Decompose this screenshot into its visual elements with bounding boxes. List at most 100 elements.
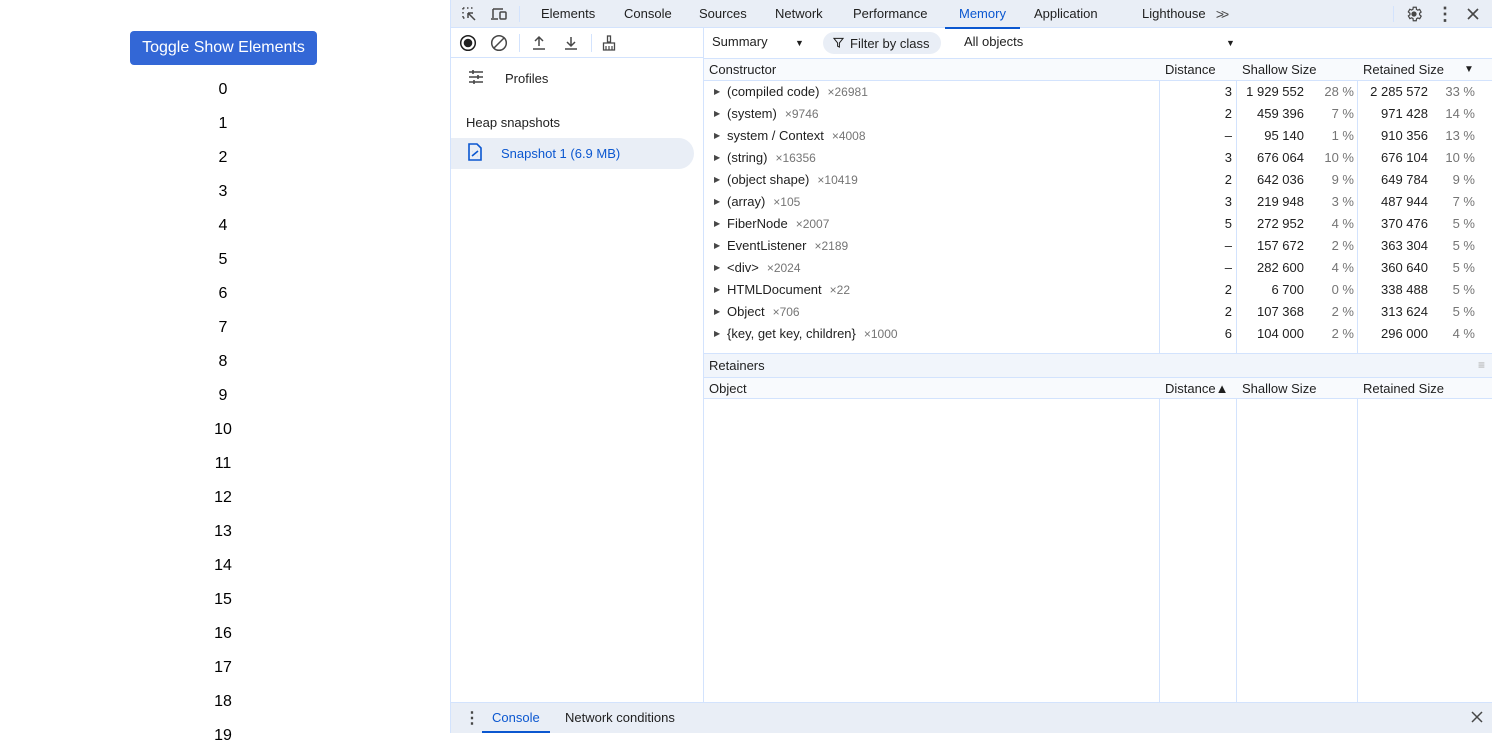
header-constructor[interactable]: Constructor xyxy=(704,59,776,81)
constructor-row[interactable]: ▶ <div> ×2024 – 282 600 4 % 360 640 5 % xyxy=(704,257,1492,279)
close-drawer-icon[interactable] xyxy=(1471,711,1483,726)
tab-lighthouse[interactable]: Lighthouse xyxy=(1140,0,1208,28)
constructor-name: Object ×706 xyxy=(727,301,800,323)
collect-garbage-icon[interactable] xyxy=(599,33,619,53)
tab-network[interactable]: Network xyxy=(773,0,825,28)
clear-icon[interactable] xyxy=(489,33,509,53)
shallow-size-value: 104 000 xyxy=(1257,326,1304,341)
drawer-menu-icon[interactable]: ⋮ xyxy=(464,708,480,728)
retained-size-percent: 9 % xyxy=(1452,172,1475,187)
upload-icon[interactable] xyxy=(529,33,549,53)
inspect-element-icon[interactable] xyxy=(459,4,479,24)
constructor-row[interactable]: ▶ (object shape) ×10419 2 642 036 9 % 649 784 9… xyxy=(704,169,1492,191)
shallow-size-percent: 0 % xyxy=(1331,282,1354,297)
retained-size-value: 296 000 xyxy=(1381,326,1428,341)
header-distance[interactable]: Distance▲ xyxy=(1160,378,1228,400)
constructor-label: Object xyxy=(727,304,765,319)
constructor-row[interactable]: ▶ system / Context ×4008 – 95 140 1 % 910 356 1… xyxy=(704,125,1492,147)
expand-triangle-icon[interactable]: ▶ xyxy=(714,257,720,279)
heap-snapshots-heading: Heap snapshots xyxy=(466,114,560,130)
number-item: 17 xyxy=(214,659,232,676)
constructor-label: (compiled code) xyxy=(727,84,820,99)
constructor-label: (object shape) xyxy=(727,172,810,187)
drawer-tab-console[interactable]: Console xyxy=(482,703,550,733)
constructor-row[interactable]: ▶ Object ×706 2 107 368 2 % 313 624 5 % xyxy=(704,301,1492,323)
profiles-item[interactable]: Profiles xyxy=(467,68,548,88)
expand-triangle-icon[interactable]: ▶ xyxy=(714,125,720,147)
device-toolbar-icon[interactable] xyxy=(489,4,509,24)
instance-count: ×2024 xyxy=(766,261,801,275)
expand-triangle-icon[interactable]: ▶ xyxy=(714,103,720,125)
constructor-name: {key, get key, children} ×1000 xyxy=(727,323,898,345)
view-select-chevron-icon[interactable]: ▼ xyxy=(795,38,804,48)
retained-size-value: 2 285 572 xyxy=(1370,84,1428,99)
retained-size-value: 487 944 xyxy=(1381,194,1428,209)
distance-value: – xyxy=(1224,260,1232,275)
constructor-row[interactable]: ▶ EventListener ×2189 – 157 672 2 % 363 304 5 % xyxy=(704,235,1492,257)
constructor-row[interactable]: ▶ (string) ×16356 3 676 064 10 % 676 104 10 % xyxy=(704,147,1492,169)
constructor-row[interactable]: ▶ (array) ×105 3 219 948 3 % 487 944 7 % xyxy=(704,191,1492,213)
constructor-row[interactable]: ▶ (system) ×9746 2 459 396 7 % 971 428 14 % xyxy=(704,103,1492,125)
retained-size-value: 338 488 xyxy=(1381,282,1428,297)
toggle-show-elements-button[interactable]: Toggle Show Elements xyxy=(130,31,317,65)
header-shallow-size[interactable]: Shallow Size xyxy=(1237,378,1316,400)
instance-count: ×2007 xyxy=(795,217,830,231)
view-select[interactable]: Summary xyxy=(712,34,768,49)
expand-triangle-icon[interactable]: ▶ xyxy=(714,213,720,235)
inspected-page: Toggle Show Elements 0 1 2 3 4 5 6 7 8 9 10 11 12 13 1… xyxy=(0,0,450,744)
expand-triangle-icon[interactable]: ▶ xyxy=(714,169,720,191)
drawer-tab-network-conditions[interactable]: Network conditions xyxy=(565,703,675,733)
expand-triangle-icon[interactable]: ▶ xyxy=(714,301,720,323)
record-icon[interactable] xyxy=(458,33,478,53)
tab-console[interactable]: Console xyxy=(622,0,674,28)
resize-handle-icon[interactable]: ≡ xyxy=(1478,354,1485,377)
header-retained-size[interactable]: Retained Size xyxy=(1358,378,1444,400)
header-retained-size[interactable]: Retained Size xyxy=(1358,59,1444,81)
snapshot-1-item[interactable]: Snapshot 1 (6.9 MB) xyxy=(451,138,694,169)
expand-triangle-icon[interactable]: ▶ xyxy=(714,279,720,301)
expand-triangle-icon[interactable]: ▶ xyxy=(714,235,720,257)
tab-memory[interactable]: Memory xyxy=(945,0,1020,29)
expand-triangle-icon[interactable]: ▶ xyxy=(714,323,720,345)
tab-sources[interactable]: Sources xyxy=(697,0,749,28)
tab-performance[interactable]: Performance xyxy=(851,0,929,28)
expand-triangle-icon[interactable]: ▶ xyxy=(714,191,720,213)
distance-value: 5 xyxy=(1224,216,1232,231)
constructor-row[interactable]: ▶ (compiled code) ×26981 3 1 929 552 28 % 2 28… xyxy=(704,81,1492,103)
constructor-rows: ▶ (compiled code) ×26981 3 1 929 552 28 % 2 28… xyxy=(704,81,1492,352)
constructor-row[interactable]: ▶ {key, get key, children} ×1000 6 104 000 2 … xyxy=(704,323,1492,345)
retainers-title: Retainers xyxy=(709,358,765,373)
objects-select-chevron-icon[interactable]: ▼ xyxy=(1226,38,1235,48)
header-distance[interactable]: Distance xyxy=(1160,59,1216,81)
header-shallow-size[interactable]: Shallow Size xyxy=(1237,59,1316,81)
expand-triangle-icon[interactable]: ▶ xyxy=(714,147,720,169)
download-icon[interactable] xyxy=(561,33,581,53)
retained-size-percent: 10 % xyxy=(1445,150,1475,165)
settings-gear-icon[interactable] xyxy=(1404,4,1424,24)
tab-elements[interactable]: Elements xyxy=(539,0,597,28)
retainers-grid-header: Object Distance▲ Shallow Size Retained S… xyxy=(704,377,1492,399)
divider xyxy=(1393,6,1394,22)
header-object[interactable]: Object xyxy=(704,378,747,400)
instance-count: ×16356 xyxy=(775,151,816,165)
constructor-row[interactable]: ▶ HTMLDocument ×22 2 6 700 0 % 338 488 5 % xyxy=(704,279,1492,301)
objects-select[interactable]: All objects xyxy=(964,34,1023,49)
distance-value: 2 xyxy=(1224,282,1232,297)
retained-size-percent: 5 % xyxy=(1452,260,1475,275)
expand-triangle-icon[interactable]: ▶ xyxy=(714,81,720,103)
number-item: 18 xyxy=(214,693,232,710)
instance-count: ×1000 xyxy=(863,327,898,341)
distance-value: 3 xyxy=(1224,84,1232,99)
more-options-icon[interactable]: ⋮ xyxy=(1435,4,1455,24)
tab-application[interactable]: Application xyxy=(1032,0,1100,28)
profiles-label: Profiles xyxy=(505,70,549,86)
shallow-size-value: 282 600 xyxy=(1257,260,1304,275)
close-devtools-icon[interactable] xyxy=(1463,4,1483,24)
filter-by-class-input[interactable]: Filter by class xyxy=(823,32,942,54)
constructor-row[interactable]: ▶ FiberNode ×2007 5 272 952 4 % 370 476 5 % xyxy=(704,213,1492,235)
divider xyxy=(591,34,592,52)
more-tabs-icon[interactable]: >> xyxy=(1211,4,1231,24)
divider xyxy=(519,34,520,52)
retained-size-value: 360 640 xyxy=(1381,260,1428,275)
snapshot-toolbar: Summary ▼ Filter by class All objects ▼ xyxy=(704,28,1492,59)
